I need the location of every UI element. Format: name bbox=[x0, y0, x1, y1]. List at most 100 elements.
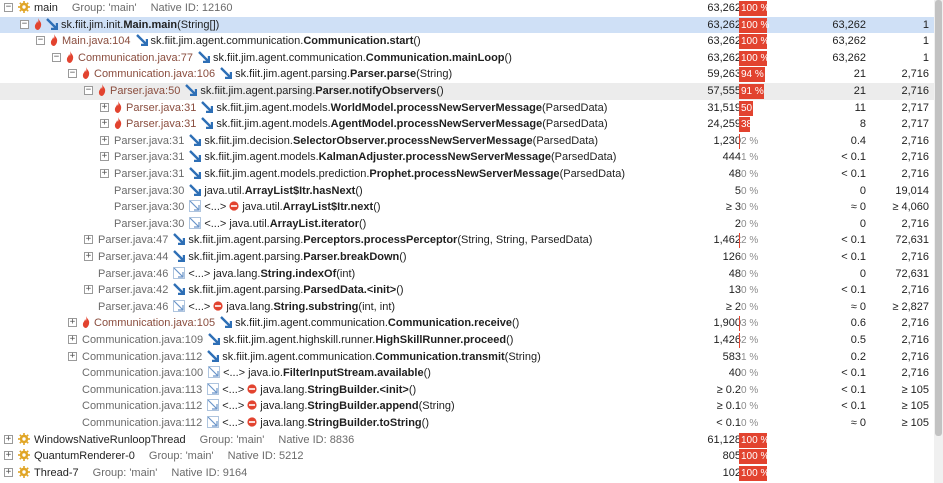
method-signature: (int) bbox=[336, 267, 356, 280]
method-signature: () bbox=[408, 383, 417, 396]
expand-toggle-icon[interactable]: + bbox=[100, 169, 109, 178]
collapse-toggle-icon[interactable]: − bbox=[68, 69, 77, 79]
call-tree-row[interactable]: + Parser.java:31 sk.fiit.jim.agent.models.… bbox=[0, 166, 943, 183]
call-tree-row[interactable]: + Communication.java:112 sk.fiit.jim.agent… bbox=[0, 349, 943, 366]
node-label: QuantumRenderer-0 Group: 'main' Native ID:… bbox=[18, 448, 303, 465]
expand-toggle-icon[interactable]: + bbox=[84, 235, 93, 245]
call-tree-row[interactable]: Parser.java:30 <...> java.util.ArrayList.i… bbox=[0, 216, 943, 233]
source-location: Parser.java:50 bbox=[110, 85, 181, 97]
expand-toggle-icon[interactable]: + bbox=[100, 119, 109, 129]
method-signature: () bbox=[512, 317, 520, 330]
method-signature: () bbox=[413, 35, 421, 48]
call-tree-row[interactable]: Communication.java:112 <...> java.lang.Str… bbox=[0, 398, 943, 415]
call-tree-row[interactable]: − sk.fiit.jim.init.Main.main(String[]) 63,… bbox=[0, 16, 943, 34]
collapse-toggle-icon[interactable]: − bbox=[4, 3, 13, 12]
collapse-toggle-icon[interactable]: − bbox=[36, 36, 45, 46]
percent-value: 0 % bbox=[741, 368, 759, 380]
call-tree-row[interactable]: Parser.java:46 <...> java.lang.String.subs… bbox=[0, 299, 943, 316]
call-tree-row[interactable]: Parser.java:30 java.util.ArrayList$Itr.ha… bbox=[0, 183, 943, 200]
call-tree-row[interactable]: Communication.java:113 <...> java.lang.Str… bbox=[0, 382, 943, 399]
expand-toggle-icon[interactable]: + bbox=[100, 102, 109, 112]
method-signature: () bbox=[373, 201, 381, 214]
call-tree-row[interactable]: + Parser.java:31 sk.fiit.jim.agent.models.… bbox=[0, 116, 943, 133]
call-tree-row[interactable]: + Communication.java:105 sk.fiit.jim.agent… bbox=[0, 315, 943, 332]
method-call-icon bbox=[189, 133, 202, 146]
call-tree-row[interactable]: Parser.java:30 <...> java.util.ArrayList$I… bbox=[0, 199, 943, 216]
invocation-count: 2,717 bbox=[901, 101, 929, 114]
method-signature: () bbox=[504, 51, 512, 64]
vertical-scrollbar[interactable] bbox=[934, 0, 943, 483]
expand-toggle-icon[interactable]: + bbox=[4, 434, 13, 444]
call-tree-row[interactable]: Communication.java:112 <...> java.lang.Str… bbox=[0, 415, 943, 432]
thread-gear-icon bbox=[18, 465, 30, 478]
expand-toggle-icon[interactable]: + bbox=[68, 335, 77, 344]
thread-row[interactable]: + WindowsNativeRunloopThread Group: 'main'… bbox=[0, 432, 943, 449]
call-tree-row[interactable]: + Parser.java:31 sk.fiit.jim.agent.models.… bbox=[0, 100, 943, 117]
expand-toggle-icon[interactable]: + bbox=[84, 252, 93, 261]
total-time: 48 bbox=[728, 267, 741, 280]
method-package: sk.fiit.jim.agent.communication. bbox=[212, 51, 366, 64]
percent-value: 0 % bbox=[741, 285, 759, 297]
library-call-icon bbox=[207, 382, 220, 395]
library-call-icon bbox=[173, 299, 186, 312]
method-signature: (ParsedData) bbox=[551, 151, 617, 164]
hot-spot-flame-icon bbox=[82, 67, 90, 80]
method-call-icon bbox=[46, 17, 58, 30]
collapse-toggle-icon[interactable]: − bbox=[20, 19, 29, 29]
call-tree-row[interactable]: + Communication.java:109 sk.fiit.jim.agent… bbox=[0, 332, 943, 349]
thread-name: WindowsNativeRunloopThread bbox=[34, 433, 186, 446]
percent-bar: 100 % bbox=[739, 465, 769, 481]
total-time: 63,262 bbox=[707, 51, 741, 64]
call-tree[interactable]: − main Group: 'main' Native ID: 12160 63,262… bbox=[0, 0, 943, 483]
invocation-count: ≥ 105 bbox=[901, 383, 929, 396]
collapse-toggle-icon[interactable]: − bbox=[84, 86, 93, 95]
method-call-icon bbox=[135, 34, 148, 47]
thread-group: Group: 'main' bbox=[148, 450, 214, 463]
call-tree-row[interactable]: + Parser.java:42 sk.fiit.jim.agent.parsing… bbox=[0, 282, 943, 299]
method-name: StringBuilder.<init> bbox=[307, 383, 409, 396]
node-label: WindowsNativeRunloopThread Group: 'main' N… bbox=[18, 432, 354, 449]
expand-toggle-icon[interactable]: + bbox=[68, 318, 77, 328]
own-time: 0.5 bbox=[850, 334, 866, 346]
expand-toggle-icon[interactable]: + bbox=[84, 285, 93, 295]
thread-row[interactable]: + Thread-7 Group: 'main' Native ID: 9164 102… bbox=[0, 465, 943, 482]
expand-toggle-icon[interactable]: + bbox=[68, 351, 77, 361]
call-tree-row[interactable]: + Parser.java:44 sk.fiit.jim.agent.parsing… bbox=[0, 249, 943, 266]
method-name: FilterInputStream.available bbox=[282, 367, 424, 380]
expand-toggle-icon[interactable]: + bbox=[100, 152, 109, 162]
node-label: Parser.java:46 <...> java.lang.String.inde… bbox=[98, 266, 355, 283]
expand-toggle-icon[interactable]: + bbox=[4, 467, 13, 477]
source-location: Parser.java:30 bbox=[114, 184, 185, 197]
call-tree-row[interactable]: + Parser.java:31 sk.fiit.jim.agent.models.… bbox=[0, 149, 943, 166]
call-tree-row[interactable]: Communication.java:100 <...> java.io.Filte… bbox=[0, 365, 943, 382]
scrollbar-thumb[interactable] bbox=[935, 0, 942, 436]
collapse-toggle-icon[interactable]: − bbox=[52, 52, 61, 62]
total-time: 2 bbox=[734, 217, 741, 230]
own-time: 0.2 bbox=[850, 350, 866, 363]
percent-bar-fill bbox=[739, 333, 740, 348]
call-tree-row[interactable]: − Communication.java:77 sk.fiit.jim.agent.… bbox=[0, 50, 943, 67]
invocation-count: 1 bbox=[922, 18, 929, 31]
method-signature: (String, String, ParsedData) bbox=[457, 234, 593, 247]
call-tree-row[interactable]: − Communication.java:106 sk.fiit.jim.agent… bbox=[0, 66, 943, 83]
thread-name: Thread-7 bbox=[34, 466, 79, 479]
percent-bar: 0 % bbox=[739, 184, 767, 199]
total-time: 57,555 bbox=[707, 85, 741, 97]
call-tree-row[interactable]: − Main.java:104 sk.fiit.jim.agent.communic… bbox=[0, 33, 943, 50]
expand-toggle-icon[interactable]: + bbox=[100, 135, 109, 145]
percent-value: 1 % bbox=[741, 152, 759, 164]
own-time: < 0.1 bbox=[841, 234, 866, 247]
call-tree-row[interactable]: Parser.java:46 <...> java.lang.String.inde… bbox=[0, 266, 943, 283]
method-name: StringBuilder.append bbox=[307, 400, 419, 413]
library-marker: <...> bbox=[223, 367, 246, 380]
invocation-count: ≥ 105 bbox=[901, 400, 929, 413]
source-location: Communication.java:112 bbox=[82, 350, 203, 363]
call-tree-row[interactable]: − Parser.java:50 sk.fiit.jim.agent.parsing… bbox=[0, 83, 943, 100]
call-tree-row[interactable]: + Parser.java:47 sk.fiit.jim.agent.parsing… bbox=[0, 232, 943, 249]
source-location: Parser.java:31 bbox=[114, 168, 185, 180]
thread-row[interactable]: + QuantumRenderer-0 Group: 'main' Native ID… bbox=[0, 448, 943, 465]
call-tree-row[interactable]: + Parser.java:31 sk.fiit.jim.decision.Sele… bbox=[0, 133, 943, 150]
method-package: sk.fiit.jim.agent.parsing. bbox=[188, 284, 304, 297]
expand-toggle-icon[interactable]: + bbox=[4, 451, 13, 461]
thread-row[interactable]: − main Group: 'main' Native ID: 12160 63,262… bbox=[0, 0, 943, 17]
